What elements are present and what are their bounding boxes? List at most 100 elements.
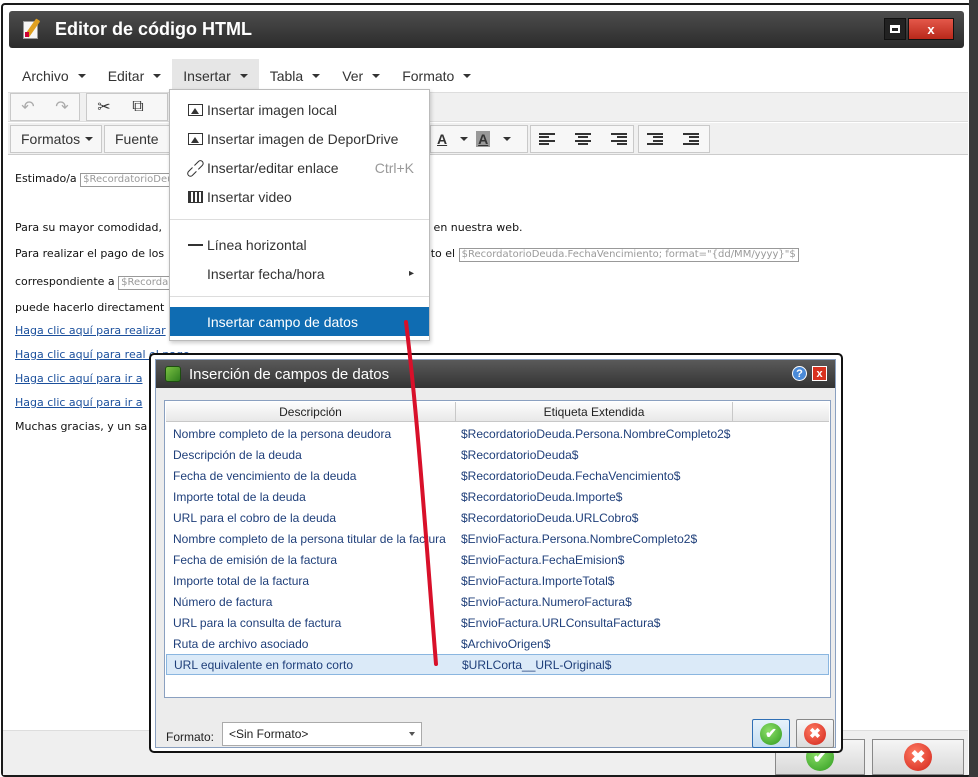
help-icon[interactable]: ? — [792, 366, 807, 381]
cell-description: Ruta de archivo asociado — [173, 636, 309, 651]
indent-icon[interactable] — [683, 133, 699, 145]
cancel-icon: ✖ — [904, 743, 932, 771]
align-center-icon[interactable] — [575, 133, 591, 145]
menu-tabla[interactable]: Tabla — [259, 59, 331, 93]
formats-dropdown[interactable]: Formatos — [10, 125, 102, 153]
cell-description: Descripción de la deuda — [173, 447, 302, 462]
menu-ver[interactable]: Ver — [331, 59, 391, 93]
content-link[interactable]: Haga clic aquí para ir a — [15, 396, 142, 409]
cell-extended-tag: $URLCorta__URL-Original$ — [462, 657, 612, 672]
window-close-button[interactable]: x — [908, 18, 954, 40]
table-row[interactable]: Nombre completo de la persona titular de… — [166, 528, 829, 549]
table-row[interactable]: URL para el cobro de la deuda $Recordator… — [166, 507, 829, 528]
caret-down-icon[interactable] — [460, 137, 469, 141]
menu-item-label: Insertar imagen de DeporDrive — [207, 130, 399, 147]
content-link[interactable]: Haga clic aquí para ir a — [15, 372, 142, 385]
data-field-token[interactable]: $Recorda — [118, 276, 172, 290]
undo-button[interactable]: ↶ — [11, 94, 45, 120]
caret-down-icon[interactable] — [503, 137, 512, 141]
menu-item-label: Insertar campo de datos — [207, 313, 358, 330]
table-row[interactable]: Fecha de vencimiento de la deuda $Recorda… — [166, 465, 829, 486]
table-row[interactable]: Número de factura $EnvioFactura.NumeroFac… — [166, 591, 829, 612]
cell-description: URL para la consulta de factura — [173, 615, 342, 630]
menu-separator — [170, 296, 429, 297]
menu-item-insert-depordrive-image[interactable]: Insertar imagen de DeporDrive — [170, 124, 429, 153]
table-row[interactable]: Importe total de la factura $EnvioFactura… — [166, 570, 829, 591]
dialog-close-icon[interactable]: x — [812, 366, 827, 381]
close-icon: x — [927, 21, 935, 37]
table-row[interactable]: Descripción de la deuda $RecordatorioDeud… — [166, 444, 829, 465]
insert-menu-dropdown: Insertar imagen local Insertar imagen de… — [169, 89, 430, 341]
copy-button[interactable]: ⧉ — [121, 94, 155, 120]
menu-item-insert-video[interactable]: Insertar video — [170, 182, 429, 211]
content-text-tail: ento el $RecordatorioDeuda.FechaVencimie… — [417, 247, 799, 262]
font-label: Fuente — [115, 131, 159, 147]
menu-bar: Archivo Editar Insertar Tabla Ver Format… — [11, 59, 482, 93]
menu-formato[interactable]: Formato — [391, 59, 482, 93]
content-link[interactable]: Haga clic aquí para realizar — [15, 324, 166, 337]
content-text: correspondiente a — [15, 275, 119, 288]
color-group: A A — [430, 125, 528, 153]
maximize-icon — [890, 25, 900, 33]
menu-item-insert-local-image[interactable]: Insertar imagen local — [170, 95, 429, 124]
copy-icon: ⧉ — [132, 98, 144, 115]
caret-down-icon — [77, 74, 86, 78]
cell-extended-tag: $EnvioFactura.ImporteTotal$ — [461, 573, 615, 588]
cell-extended-tag: $EnvioFactura.FechaEmision$ — [461, 552, 625, 567]
cancel-icon: ✖ — [804, 722, 826, 745]
cell-description: Importe total de la deuda — [173, 489, 306, 504]
align-group — [530, 125, 634, 153]
table-row[interactable]: URL equivalente en formato corto $URLCort… — [166, 654, 829, 675]
table-row[interactable]: Importe total de la deuda $RecordatorioDe… — [166, 486, 829, 507]
table-row[interactable]: URL para la consulta de factura $EnvioFac… — [166, 612, 829, 633]
cut-button[interactable]: ✂ — [87, 94, 121, 120]
cell-extended-tag: $RecordatorioDeuda$ — [461, 447, 579, 462]
table-row[interactable]: Fecha de emisión de la factura $EnvioFact… — [166, 549, 829, 570]
column-header-description[interactable]: Descripción — [166, 402, 456, 421]
window-title: Editor de código HTML — [55, 19, 252, 39]
format-select[interactable]: <Sin Formato> — [222, 722, 422, 746]
align-right-icon[interactable] — [611, 133, 627, 145]
maximize-button[interactable] — [884, 18, 906, 40]
table-row[interactable]: Ruta de archivo asociado $ArchivoOrigen$ — [166, 633, 829, 654]
indent-group — [638, 125, 710, 153]
menu-label: Formato — [402, 68, 455, 84]
caret-down-icon — [153, 74, 162, 78]
content-line: Muchas gracias, y un sa — [15, 420, 148, 433]
menu-item-label: Línea horizontal — [207, 236, 307, 253]
data-field-token[interactable]: $RecordatorioDeuda.FechaVencimiento; for… — [458, 248, 799, 262]
cell-extended-tag: $RecordatorioDeuda.URLCobro$ — [461, 510, 639, 525]
menu-icon-spacer — [187, 267, 203, 281]
menu-editar[interactable]: Editar — [97, 59, 173, 93]
data-field-token[interactable]: $RecordatorioDeu — [80, 173, 177, 187]
align-left-icon[interactable] — [539, 133, 555, 145]
dialog-ok-button[interactable]: ✔ — [752, 719, 790, 748]
menu-archivo[interactable]: Archivo — [11, 59, 97, 93]
caret-down-icon — [463, 74, 472, 78]
font-dropdown[interactable]: Fuente — [104, 125, 170, 153]
cell-extended-tag: $EnvioFactura.URLConsultaFactura$ — [461, 615, 661, 630]
dialog-cancel-button[interactable]: ✖ — [796, 719, 834, 748]
menu-item-insert-data-field[interactable]: Insertar campo de datos — [170, 307, 429, 336]
cell-description: Número de factura — [173, 594, 273, 609]
redo-button[interactable]: ↷ — [45, 94, 79, 120]
content-line: Para realizar el pago de los ento el $Rec… — [15, 247, 799, 262]
undo-icon: ↶ — [21, 99, 35, 116]
submenu-arrow-icon: ▸ — [408, 268, 414, 279]
content-link-text: Haga clic aquí para rea — [15, 348, 143, 361]
column-header-extended-tag[interactable]: Etiqueta Extendida — [456, 402, 733, 421]
menu-label: Ver — [342, 68, 364, 84]
background-color-button[interactable]: A — [476, 131, 491, 147]
cell-description: Fecha de vencimiento de la deuda — [173, 468, 357, 483]
cell-description: Fecha de emisión de la factura — [173, 552, 338, 567]
menu-item-insert-datetime[interactable]: Insertar fecha/hora ▸ — [170, 259, 429, 288]
cell-description: Importe total de la factura — [173, 573, 310, 588]
text-color-button[interactable]: A — [437, 131, 447, 147]
editor-cancel-button[interactable]: ✖ — [872, 739, 964, 775]
menu-item-horizontal-line[interactable]: Línea horizontal — [170, 230, 429, 259]
menu-item-insert-link[interactable]: ⊂⊃ Insertar/editar enlace Ctrl+K — [170, 153, 429, 182]
outdent-icon[interactable] — [647, 133, 663, 145]
data-field-dialog: Inserción de campos de datos ? x Descrip… — [149, 353, 843, 753]
menu-insertar[interactable]: Insertar — [172, 59, 259, 93]
table-row[interactable]: Nombre completo de la persona deudora $Re… — [166, 423, 829, 444]
